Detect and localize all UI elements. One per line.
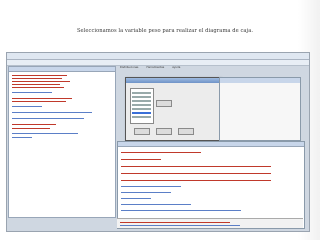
console-line	[12, 118, 84, 119]
message-line	[120, 225, 240, 226]
graphics-panel[interactable]	[219, 77, 301, 141]
console-line	[12, 137, 32, 138]
output-line	[121, 192, 171, 193]
output-window[interactable]	[117, 141, 305, 229]
variable-item[interactable]	[132, 96, 151, 98]
console-line	[12, 75, 67, 76]
output-line	[121, 198, 151, 199]
output-line	[121, 180, 271, 181]
cancel-button[interactable]	[156, 128, 172, 135]
menu-item-herramientas[interactable]: Herramientas	[147, 66, 165, 69]
help-button[interactable]	[178, 128, 194, 135]
variable-item[interactable]	[132, 92, 151, 94]
console-line	[12, 106, 42, 107]
slide: Seleccionamos la variable peso para real…	[0, 0, 320, 240]
graph-by-group-button[interactable]	[156, 100, 172, 107]
console-line	[12, 81, 70, 82]
output-line	[121, 204, 191, 205]
message-line	[120, 222, 230, 223]
messages-window	[117, 218, 303, 228]
console-title-bar[interactable]	[9, 67, 115, 72]
console-line	[12, 133, 78, 134]
slide-caption: Seleccionamos la variable peso para real…	[76, 28, 254, 34]
console-line	[12, 78, 62, 79]
console-line	[12, 92, 52, 93]
variable-listbox[interactable]	[130, 88, 154, 124]
console-line	[12, 128, 50, 129]
output-line	[121, 173, 271, 174]
console-line	[12, 87, 64, 88]
variable-item[interactable]	[132, 108, 151, 110]
r-console-window[interactable]	[8, 66, 116, 218]
menu-item-distribuciones[interactable]: Distribuciones	[120, 66, 139, 69]
menu-item-ayuda[interactable]: Ayuda	[172, 66, 180, 69]
console-line	[12, 124, 56, 125]
panel-title-bar[interactable]	[220, 78, 300, 83]
menu-bar: Fichero Editar Datos Estadísticos Gráfic…	[7, 53, 309, 69]
dialog-title-bar[interactable]	[126, 78, 220, 83]
variable-item[interactable]	[132, 116, 151, 118]
output-line	[121, 210, 241, 211]
output-line	[121, 159, 161, 160]
console-line	[12, 84, 60, 85]
output-line	[121, 186, 181, 187]
boxplot-dialog[interactable]	[125, 77, 221, 141]
output-line	[121, 166, 271, 167]
variable-item-selected[interactable]	[132, 112, 151, 114]
variable-item[interactable]	[132, 104, 151, 106]
output-title-bar[interactable]	[118, 142, 304, 147]
variable-item[interactable]	[132, 100, 151, 102]
console-line	[12, 112, 92, 113]
console-line	[12, 98, 72, 99]
console-line	[12, 101, 66, 102]
r-commander-screenshot: Fichero Editar Datos Estadísticos Gráfic…	[6, 52, 310, 232]
output-line	[121, 152, 201, 153]
ok-button[interactable]	[134, 128, 150, 135]
